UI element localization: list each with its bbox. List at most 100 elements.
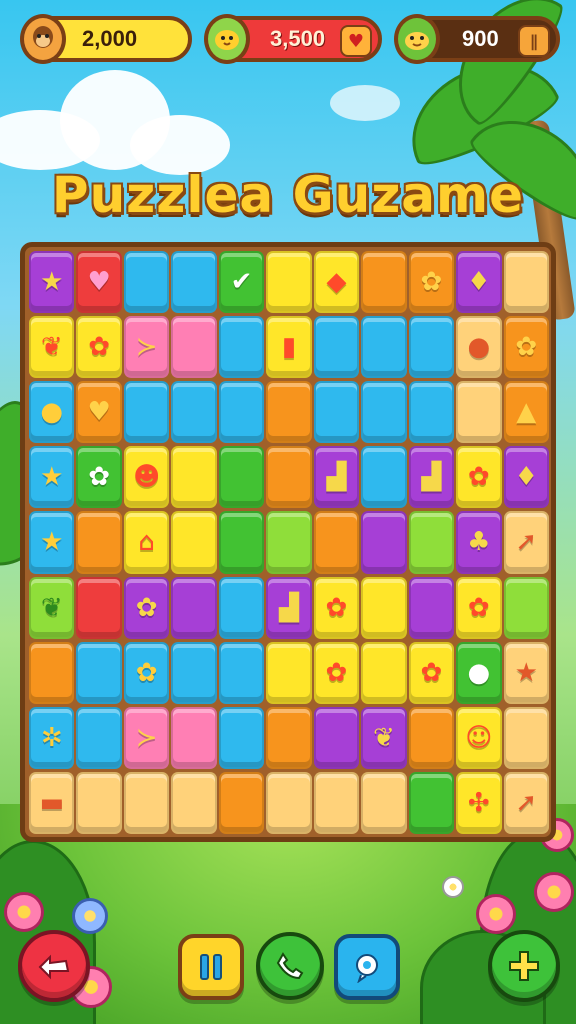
board-tile[interactable] [266,381,312,444]
board-tile[interactable]: ⌂ [123,511,170,574]
back-button[interactable] [18,930,90,1002]
board-tile[interactable] [218,446,265,509]
board-tile[interactable] [408,706,455,769]
board-tile[interactable] [266,251,312,314]
board-tile[interactable]: ● [456,641,502,704]
board-tile[interactable] [361,771,407,834]
board-tile[interactable] [503,251,549,314]
board-tile[interactable] [408,511,455,574]
board-tile[interactable]: ☺ [456,706,502,769]
board-tile[interactable] [503,706,549,769]
pause-button[interactable] [178,934,244,1000]
board-tile[interactable] [313,316,360,379]
board-tile[interactable]: ✿ [503,316,549,379]
board-tile[interactable]: ★ [29,251,75,314]
board-tile[interactable] [123,251,170,314]
board-tile[interactable]: ✿ [456,446,502,509]
board-tile[interactable]: ✿ [313,641,360,704]
board-tile[interactable] [171,641,217,704]
lives-counter[interactable]: 900 ∥ [394,14,560,64]
board-tile[interactable] [123,771,170,834]
board-tile[interactable] [171,251,217,314]
board-tile[interactable]: ❦ [29,576,75,639]
board-tile[interactable] [266,706,312,769]
board-tile[interactable] [76,576,122,639]
board-tile[interactable] [313,381,360,444]
call-button[interactable] [256,932,324,1000]
board-tile[interactable]: ➚ [503,511,549,574]
board-tile[interactable]: ♥ [76,251,122,314]
board-tile[interactable] [313,706,360,769]
board-tile[interactable] [218,316,265,379]
hint-button[interactable] [334,934,400,1000]
board-tile[interactable]: ❦ [361,706,407,769]
board-tile[interactable] [29,641,75,704]
board-tile[interactable]: ▮ [266,316,312,379]
board-tile[interactable]: ✣ [456,771,502,834]
board-tile[interactable] [408,771,455,834]
board-tile[interactable] [361,576,407,639]
board-tile[interactable]: ✿ [408,641,455,704]
board-tile[interactable] [218,381,265,444]
board-tile[interactable]: ★ [29,511,75,574]
board-tile[interactable] [313,771,360,834]
board-tile[interactable] [218,576,265,639]
board-tile[interactable] [408,381,455,444]
board-tile[interactable]: ✿ [76,446,122,509]
board-tile[interactable] [123,381,170,444]
board-tile[interactable]: ✿ [408,251,455,314]
board-tile[interactable]: ✿ [456,576,502,639]
board-tile[interactable] [408,576,455,639]
board-tile[interactable]: ✔ [218,251,265,314]
board-tile[interactable] [361,446,407,509]
board-tile[interactable] [266,511,312,574]
board-tile[interactable]: ≻ [123,706,170,769]
board-tile[interactable] [171,316,217,379]
board-tile[interactable]: ▟ [313,446,360,509]
board-tile[interactable] [171,706,217,769]
board-tile[interactable]: ★ [503,641,549,704]
gems-counter[interactable]: 3,500 ♥ [204,14,382,64]
board-tile[interactable] [218,641,265,704]
board-tile[interactable] [266,641,312,704]
board-tile[interactable] [171,446,217,509]
board-tile[interactable]: ✿ [123,641,170,704]
board-tile[interactable] [171,771,217,834]
board-tile[interactable]: ★ [29,446,75,509]
board-tile[interactable] [361,641,407,704]
board-tile[interactable]: ● [456,316,502,379]
board-tile[interactable] [218,706,265,769]
board-tile[interactable]: ≻ [123,316,170,379]
board-tile[interactable] [503,576,549,639]
board-tile[interactable]: ♣ [456,511,502,574]
board-tile[interactable]: ▟ [408,446,455,509]
board-tile[interactable]: ➚ [503,771,549,834]
board-tile[interactable] [456,381,502,444]
board-tile[interactable]: ♦ [456,251,502,314]
board-tile[interactable] [313,511,360,574]
board-tile[interactable] [361,316,407,379]
board-tile[interactable] [408,316,455,379]
board-tile[interactable]: ✿ [123,576,170,639]
board-tile[interactable] [218,511,265,574]
board-tile[interactable]: ♥ [76,381,122,444]
board-tile[interactable]: ▲ [503,381,549,444]
add-button[interactable] [488,930,560,1002]
board-tile[interactable] [171,576,217,639]
board-tile[interactable] [171,381,217,444]
board-tile[interactable]: ◆ [313,251,360,314]
board-tile[interactable] [361,381,407,444]
board-tile[interactable] [76,511,122,574]
board-tile[interactable] [76,771,122,834]
board-tile[interactable]: ✲ [29,706,75,769]
board-tile[interactable] [361,251,407,314]
board-tile[interactable]: ● [29,381,75,444]
board-tile[interactable] [76,706,122,769]
board-tile[interactable] [266,771,312,834]
board-tile[interactable] [218,771,265,834]
board-tile[interactable] [76,641,122,704]
board-tile[interactable] [361,511,407,574]
board-tile[interactable]: ✿ [313,576,360,639]
board-tile[interactable]: ❦ [29,316,75,379]
board-tile[interactable]: ▬ [29,771,75,834]
